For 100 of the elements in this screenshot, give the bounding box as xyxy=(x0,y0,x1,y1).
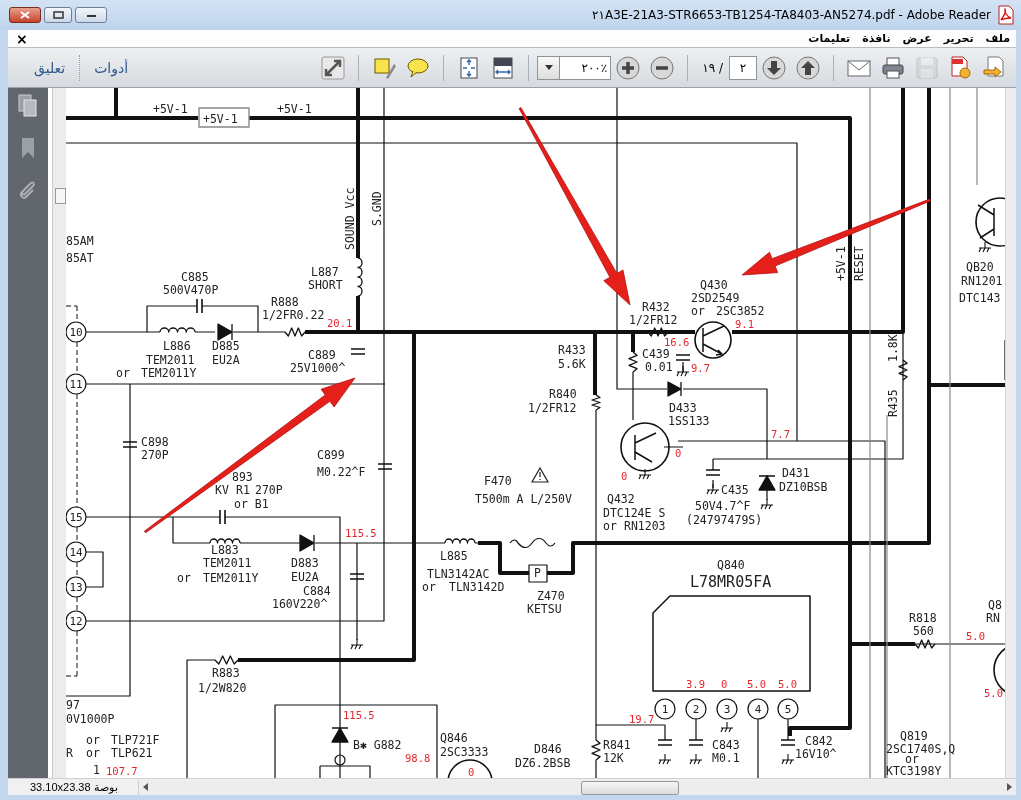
component-label: 270P xyxy=(255,483,283,497)
pages-icon[interactable] xyxy=(17,94,39,118)
window-title: ٢١A3E-21A3-STR6653-TB1254-TA8403-AN5274.pdf - Adobe Reader xyxy=(592,8,991,22)
voltage-reading: 115.5 xyxy=(343,709,375,721)
component-label: 2SD2549 xyxy=(691,291,740,305)
component-label: DZ10BSB xyxy=(779,480,828,494)
minimize-button[interactable] xyxy=(75,7,107,23)
component-label: Q432 xyxy=(607,492,635,506)
menu-item[interactable]: نافذة xyxy=(862,32,891,45)
voltage-reading: 20.1 xyxy=(327,317,353,329)
voltage-reading: 0 xyxy=(468,766,475,778)
component-label: 1 xyxy=(93,763,100,777)
zoom-dropdown-button[interactable] xyxy=(538,56,561,79)
signal-label: +5V-1 xyxy=(834,246,848,281)
pin-number: 4 xyxy=(747,698,769,720)
component-label: L883 xyxy=(211,543,239,557)
component-label: or B1 xyxy=(234,497,269,511)
voltage-reading: 9.1 xyxy=(735,318,754,330)
component-label: (24797479S) xyxy=(686,513,763,527)
component-label: DTC143 xyxy=(959,291,1001,305)
pin-number: 10 xyxy=(66,321,87,343)
component-label: Q840 xyxy=(717,558,745,572)
menu-item[interactable]: ملف xyxy=(985,32,1010,45)
component-label: R888 xyxy=(271,295,299,309)
component-label: or xyxy=(86,746,100,760)
component-label: 97 xyxy=(66,698,80,712)
component-label: EU2A xyxy=(212,353,240,367)
component-label: 12K xyxy=(603,751,624,765)
component-label: EU2A xyxy=(291,570,319,584)
voltage-reading: 0 xyxy=(721,678,728,690)
menu-item[interactable]: تحرير xyxy=(943,32,974,45)
component-label: C843 xyxy=(712,738,740,752)
voltage-reading: 5.0 xyxy=(747,678,766,690)
component-label: D885 xyxy=(212,339,240,353)
component-label: C439 xyxy=(642,347,670,361)
component-label: 893 xyxy=(232,470,253,484)
tools-button[interactable]: أدوات xyxy=(88,57,135,78)
voltage-reading: 0 xyxy=(621,470,628,482)
component-label: TEM2011 xyxy=(203,556,252,570)
previous-page-icon[interactable] xyxy=(794,53,822,82)
page-number-field[interactable]: ٢ xyxy=(729,55,757,80)
component-label: 5.6K xyxy=(558,357,586,371)
component-label: L886 xyxy=(163,339,191,353)
component-label: 560 xyxy=(913,624,934,638)
component-label: 270P xyxy=(141,448,169,462)
component-label: R818 xyxy=(909,611,937,625)
voltage-reading: 5.0 xyxy=(966,630,985,642)
component-label: TLN3142D xyxy=(449,580,505,594)
component-label: C899 xyxy=(317,448,345,462)
signal-label: RESET xyxy=(852,246,866,281)
component-label: R883 xyxy=(212,666,240,680)
component-label: RN1203 xyxy=(624,519,666,533)
part-number: L78MR05FA xyxy=(690,573,772,591)
comment-button[interactable]: تعليق xyxy=(28,57,72,78)
menu-item[interactable]: عرض xyxy=(902,32,932,45)
component-label: or xyxy=(691,304,705,318)
voltage-reading: 9.7 xyxy=(691,362,710,374)
component-label: 85AM xyxy=(66,234,94,248)
component-label: or xyxy=(422,580,436,594)
component-label: B✱ G882 xyxy=(353,738,402,752)
voltage-reading: 19.7 xyxy=(629,713,655,725)
next-page-icon[interactable] xyxy=(760,53,788,82)
zoom-in-icon[interactable] xyxy=(614,53,643,82)
close-button[interactable] xyxy=(9,7,41,23)
menu-item[interactable]: تعليمات xyxy=(808,32,851,45)
pdf-file-icon xyxy=(997,5,1015,25)
zoom-out-icon[interactable] xyxy=(648,53,677,82)
voltage-reading: 7.7 xyxy=(771,428,790,440)
caret-icon xyxy=(544,65,553,70)
component-label: L887 xyxy=(311,265,339,279)
scrollbar-thumb[interactable] xyxy=(581,780,679,795)
component-label: 1/2FR0.22 xyxy=(262,308,325,322)
component-label: D433 xyxy=(669,401,697,415)
voltage-reading: 5.0 xyxy=(778,678,797,690)
component-label: M0.22^F xyxy=(317,465,366,479)
warning-icon xyxy=(530,466,550,483)
voltage-reading: 5.0 xyxy=(984,687,1003,699)
vertical-scrollbar[interactable] xyxy=(1005,88,1016,778)
component-label: KETSU xyxy=(527,602,562,616)
voltage-reading: 107.7 xyxy=(106,765,138,777)
component-label: TEM2011 xyxy=(146,353,195,367)
expand-arrows-icon[interactable] xyxy=(319,53,348,82)
component-label: +5V-1 xyxy=(277,102,312,116)
maximize-button[interactable] xyxy=(44,7,72,23)
pin-number: 1 xyxy=(654,698,676,720)
page-size-text: 33.10x23.38 بوصة xyxy=(29,780,119,794)
component-label: SHORT xyxy=(308,278,343,292)
signal-label: 1.8K xyxy=(886,334,900,362)
component-label: 1/2FR12 xyxy=(528,401,577,415)
component-label: F470 xyxy=(484,474,512,488)
pane-splitter-grip[interactable] xyxy=(55,188,66,204)
close-document-button[interactable]: × xyxy=(12,30,32,47)
component-label: R xyxy=(66,746,73,760)
component-label: Q430 xyxy=(700,278,728,292)
component-label: DZ6.2BSB xyxy=(515,756,571,770)
component-label: TEM2011Y xyxy=(141,366,197,380)
zoom-field[interactable]: ٢٠٠٪ xyxy=(537,55,612,80)
component-label: R433 xyxy=(558,343,586,357)
pin-number: 12 xyxy=(66,610,87,632)
component-label: L885 xyxy=(440,549,468,563)
